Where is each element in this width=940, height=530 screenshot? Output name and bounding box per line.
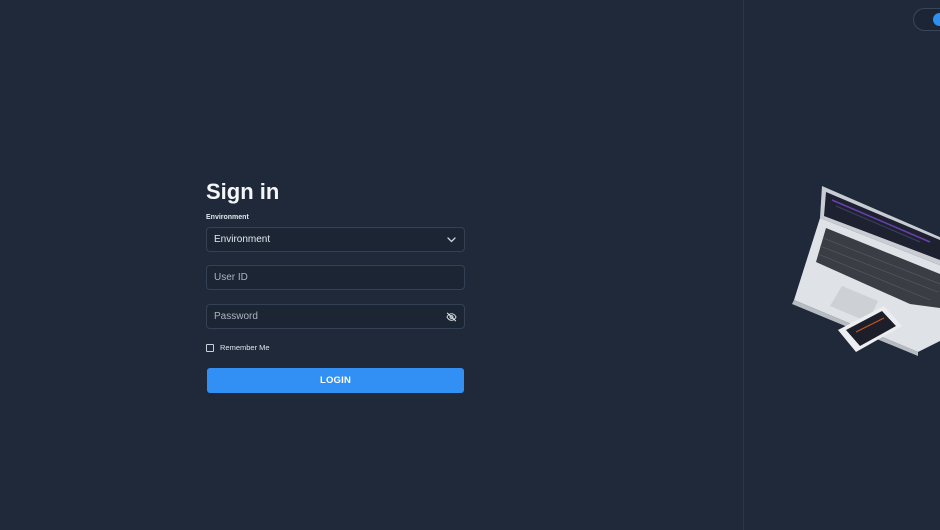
environment-value: Environment — [214, 234, 271, 245]
laptop-phone-illustration — [792, 186, 940, 356]
user-id-input[interactable]: User ID — [206, 265, 465, 290]
eye-off-icon[interactable] — [446, 311, 457, 322]
remember-me-checkbox[interactable] — [206, 343, 214, 352]
sign-in-form: Sign in Environment Environment User ID … — [206, 179, 465, 393]
page-title: Sign in — [206, 179, 280, 204]
password-input[interactable]: Password — [206, 304, 465, 329]
environment-label: Environment — [206, 214, 249, 221]
remember-me[interactable]: Remember Me — [206, 343, 270, 352]
theme-toggle[interactable] — [913, 8, 940, 31]
password-placeholder: Password — [214, 311, 258, 322]
toggle-knob — [933, 13, 940, 26]
remember-me-label: Remember Me — [220, 343, 270, 352]
user-id-placeholder: User ID — [214, 272, 248, 283]
chevron-down-icon — [446, 234, 457, 245]
environment-select[interactable]: Environment — [206, 227, 465, 252]
login-button[interactable]: LOGIN — [207, 368, 464, 393]
